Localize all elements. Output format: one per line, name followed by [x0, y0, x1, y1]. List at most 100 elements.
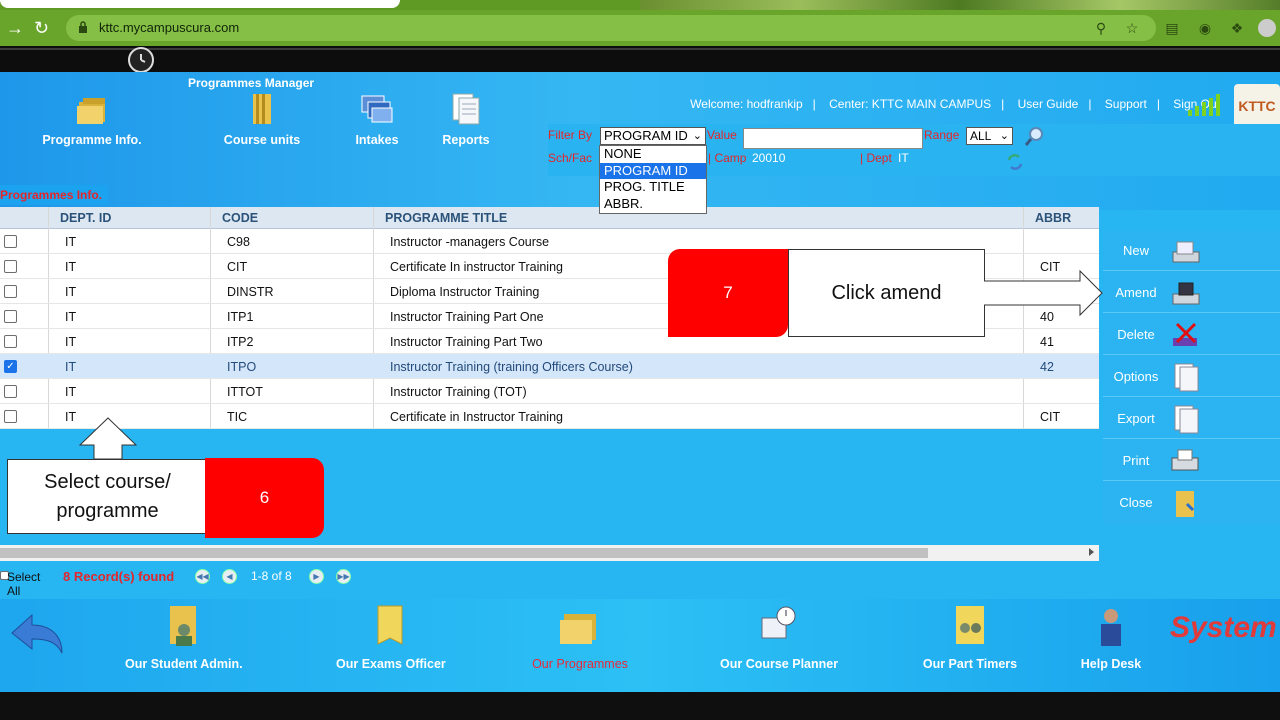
scrollbar-thumb[interactable]: [0, 548, 928, 558]
cell-abbr: CIT: [1040, 410, 1061, 424]
course-units-tool[interactable]: Course units: [222, 92, 302, 147]
nav-course-planner[interactable]: Our Course Planner: [720, 604, 839, 671]
column-header-dept-id[interactable]: DEPT. ID: [60, 211, 111, 225]
column-header-abbr[interactable]: ABBR: [1035, 211, 1071, 225]
course-planner-icon: [761, 606, 796, 639]
filter-option-program-id[interactable]: PROGRAM ID: [600, 162, 706, 179]
nav-part-timers[interactable]: Our Part Timers: [920, 604, 1020, 671]
cell-dept-id: IT: [65, 235, 77, 249]
export-button[interactable]: Export: [1103, 399, 1280, 439]
value-input[interactable]: [743, 128, 923, 149]
star-icon[interactable]: ☆: [1123, 19, 1141, 37]
browser-theme-image: [640, 0, 1280, 10]
delete-button[interactable]: Delete: [1103, 315, 1280, 355]
action-panel: New Amend Delete Options Export Print Cl…: [1103, 231, 1280, 525]
cell-code: TIC: [227, 410, 248, 424]
filter-option-none[interactable]: NONE: [600, 146, 706, 163]
address-bar[interactable]: kttc.mycampuscura.com ⚲ ☆: [66, 15, 1156, 41]
row-checkbox[interactable]: [4, 285, 17, 298]
nav-course-planner-label: Our Course Planner: [720, 657, 839, 671]
amend-record-icon: [1172, 282, 1200, 305]
filter-by-select[interactable]: PROGRAM ID ⌄: [600, 127, 706, 145]
extensions-icon[interactable]: ❖: [1228, 19, 1246, 37]
cell-programme-title: Instructor Training (TOT): [390, 385, 527, 399]
nav-help-desk[interactable]: Help Desk: [1080, 604, 1142, 671]
exams-officer-icon: [377, 605, 403, 645]
dept-value: IT: [898, 151, 909, 165]
row-checkbox[interactable]: [4, 335, 17, 348]
sch-fac-label: Sch/Fac: [548, 151, 593, 165]
refresh-icon[interactable]: [1006, 152, 1024, 175]
arrow-up-icon: [78, 417, 138, 459]
step-7-badge: 7: [668, 249, 788, 337]
cell-dept-id: IT: [65, 285, 77, 299]
page-top-strip: [0, 46, 1280, 73]
search-icon[interactable]: [1024, 126, 1045, 149]
reports-tool[interactable]: Reports: [440, 92, 492, 147]
options-button[interactable]: Options: [1103, 357, 1280, 397]
filter-selected-value: PROGRAM ID: [604, 128, 688, 143]
browser-tab[interactable]: [0, 0, 400, 8]
key-icon[interactable]: ⚲: [1092, 19, 1110, 37]
print-button[interactable]: Print: [1103, 441, 1280, 481]
select-all-label: Select All: [7, 570, 41, 598]
user-guide-link[interactable]: User Guide: [1018, 97, 1079, 111]
cell-code: C98: [227, 235, 250, 249]
back-arrow-icon[interactable]: [10, 613, 64, 655]
cell-code: ITTOT: [227, 385, 263, 399]
horizontal-scrollbar[interactable]: [0, 545, 1099, 561]
nav-exams-officer[interactable]: Our Exams Officer: [336, 604, 446, 671]
amend-button[interactable]: Amend: [1103, 273, 1280, 313]
nav-student-admin[interactable]: Our Student Admin.: [125, 604, 243, 671]
signal-bars-icon: [1188, 94, 1220, 116]
row-checkbox-checked[interactable]: ✓: [4, 360, 17, 373]
reading-list-icon[interactable]: ▤: [1163, 19, 1181, 37]
last-page-icon[interactable]: ▶▶: [336, 569, 351, 584]
intakes-tool[interactable]: Intakes: [350, 92, 404, 147]
filter-by-dropdown[interactable]: NONE PROGRAM ID PROG. TITLE ABBR.: [599, 145, 707, 214]
row-checkbox[interactable]: [4, 410, 17, 423]
cell-programme-title: Certificate in Instructor Training: [390, 410, 563, 424]
camp-value: 20010: [752, 151, 786, 165]
clock-icon[interactable]: [128, 47, 154, 73]
first-page-icon[interactable]: ◀◀: [195, 569, 210, 584]
intakes-label: Intakes: [355, 133, 399, 147]
table-row-selected[interactable]: ✓ IT ITPO Instructor Training (training …: [0, 354, 1099, 379]
row-checkbox[interactable]: [4, 310, 17, 323]
next-page-icon[interactable]: ▶: [309, 569, 324, 584]
step-6-callout: Select course/ programme: [7, 459, 208, 534]
section-tab-programmes-info[interactable]: Programmes Info.: [0, 185, 109, 205]
column-header-programme-title[interactable]: PROGRAMME TITLE: [385, 211, 507, 225]
prev-page-icon[interactable]: ◀: [222, 569, 237, 584]
column-header-code[interactable]: CODE: [222, 211, 258, 225]
filter-option-prog-title[interactable]: PROG. TITLE: [600, 179, 706, 196]
cell-programme-title: Instructor Training Part Two: [390, 335, 543, 349]
welcome-text: Welcome: hodfrankip: [690, 97, 803, 111]
value-label: Value: [707, 128, 737, 142]
part-timers-icon: [956, 606, 984, 644]
support-link[interactable]: Support: [1105, 97, 1147, 111]
reload-icon[interactable]: ↻: [34, 18, 49, 38]
cell-code: ITPO: [227, 360, 257, 374]
table-row[interactable]: IT TIC Certificate in Instructor Trainin…: [0, 404, 1099, 429]
close-button[interactable]: Close: [1103, 483, 1280, 523]
row-checkbox[interactable]: [4, 235, 17, 248]
range-selected-value: ALL: [970, 129, 992, 143]
cell-code: DINSTR: [227, 285, 274, 299]
forward-arrow-icon[interactable]: →: [6, 18, 24, 38]
camera-icon[interactable]: ◉: [1196, 19, 1214, 37]
filter-option-abbr[interactable]: ABBR.: [600, 196, 706, 213]
nav-programmes[interactable]: Our Programmes: [530, 604, 630, 671]
scroll-right-icon[interactable]: [1089, 548, 1094, 556]
table-row[interactable]: IT ITTOT Instructor Training (TOT): [0, 379, 1099, 404]
binder-icon: [253, 94, 271, 124]
programme-info-tool[interactable]: Programme Info.: [40, 92, 144, 147]
new-button[interactable]: New: [1103, 231, 1280, 271]
nav-exams-officer-label: Our Exams Officer: [336, 657, 446, 671]
row-checkbox[interactable]: [4, 260, 17, 273]
step-6-badge: 6: [205, 458, 324, 538]
range-select[interactable]: ALL ⌄: [966, 127, 1013, 145]
help-desk-icon: [1101, 609, 1121, 646]
profile-avatar-icon[interactable]: [1258, 19, 1276, 37]
row-checkbox[interactable]: [4, 385, 17, 398]
